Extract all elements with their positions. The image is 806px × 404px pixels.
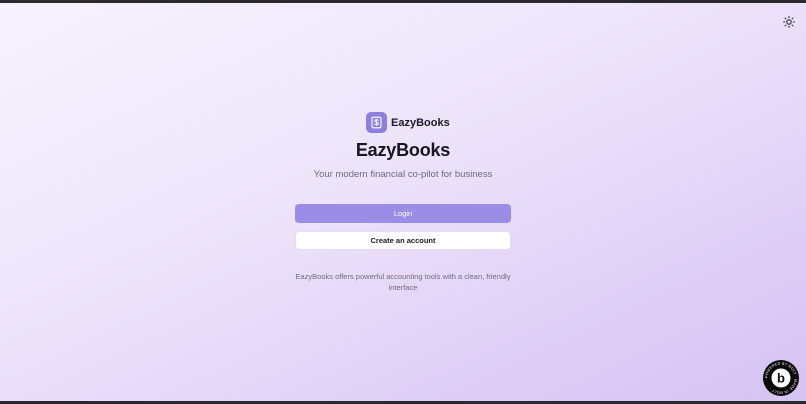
bolt-badge[interactable]: POWERED BY BOLT · MADE IN BOLT · b — [763, 360, 799, 396]
badge-letter: b — [777, 371, 785, 386]
login-button[interactable]: Login — [295, 204, 511, 223]
landing-content: EazyBooks EazyBooks Your modern financia… — [0, 3, 806, 401]
product-description: EazyBooks offers powerful accounting too… — [295, 272, 511, 292]
brand-header: EazyBooks — [366, 112, 450, 133]
bolt-badge-icon: POWERED BY BOLT · MADE IN BOLT · b — [764, 361, 798, 395]
app-logo — [366, 112, 387, 133]
page-title: EazyBooks — [355, 140, 451, 160]
app-window: EazyBooks EazyBooks Your modern financia… — [0, 3, 806, 401]
create-account-button[interactable]: Create an account — [295, 231, 511, 250]
brand-name: EazyBooks — [391, 116, 450, 129]
page-subtitle: Your modern financial co-pilot for busin… — [313, 169, 493, 180]
dollar-document-icon — [371, 116, 382, 129]
